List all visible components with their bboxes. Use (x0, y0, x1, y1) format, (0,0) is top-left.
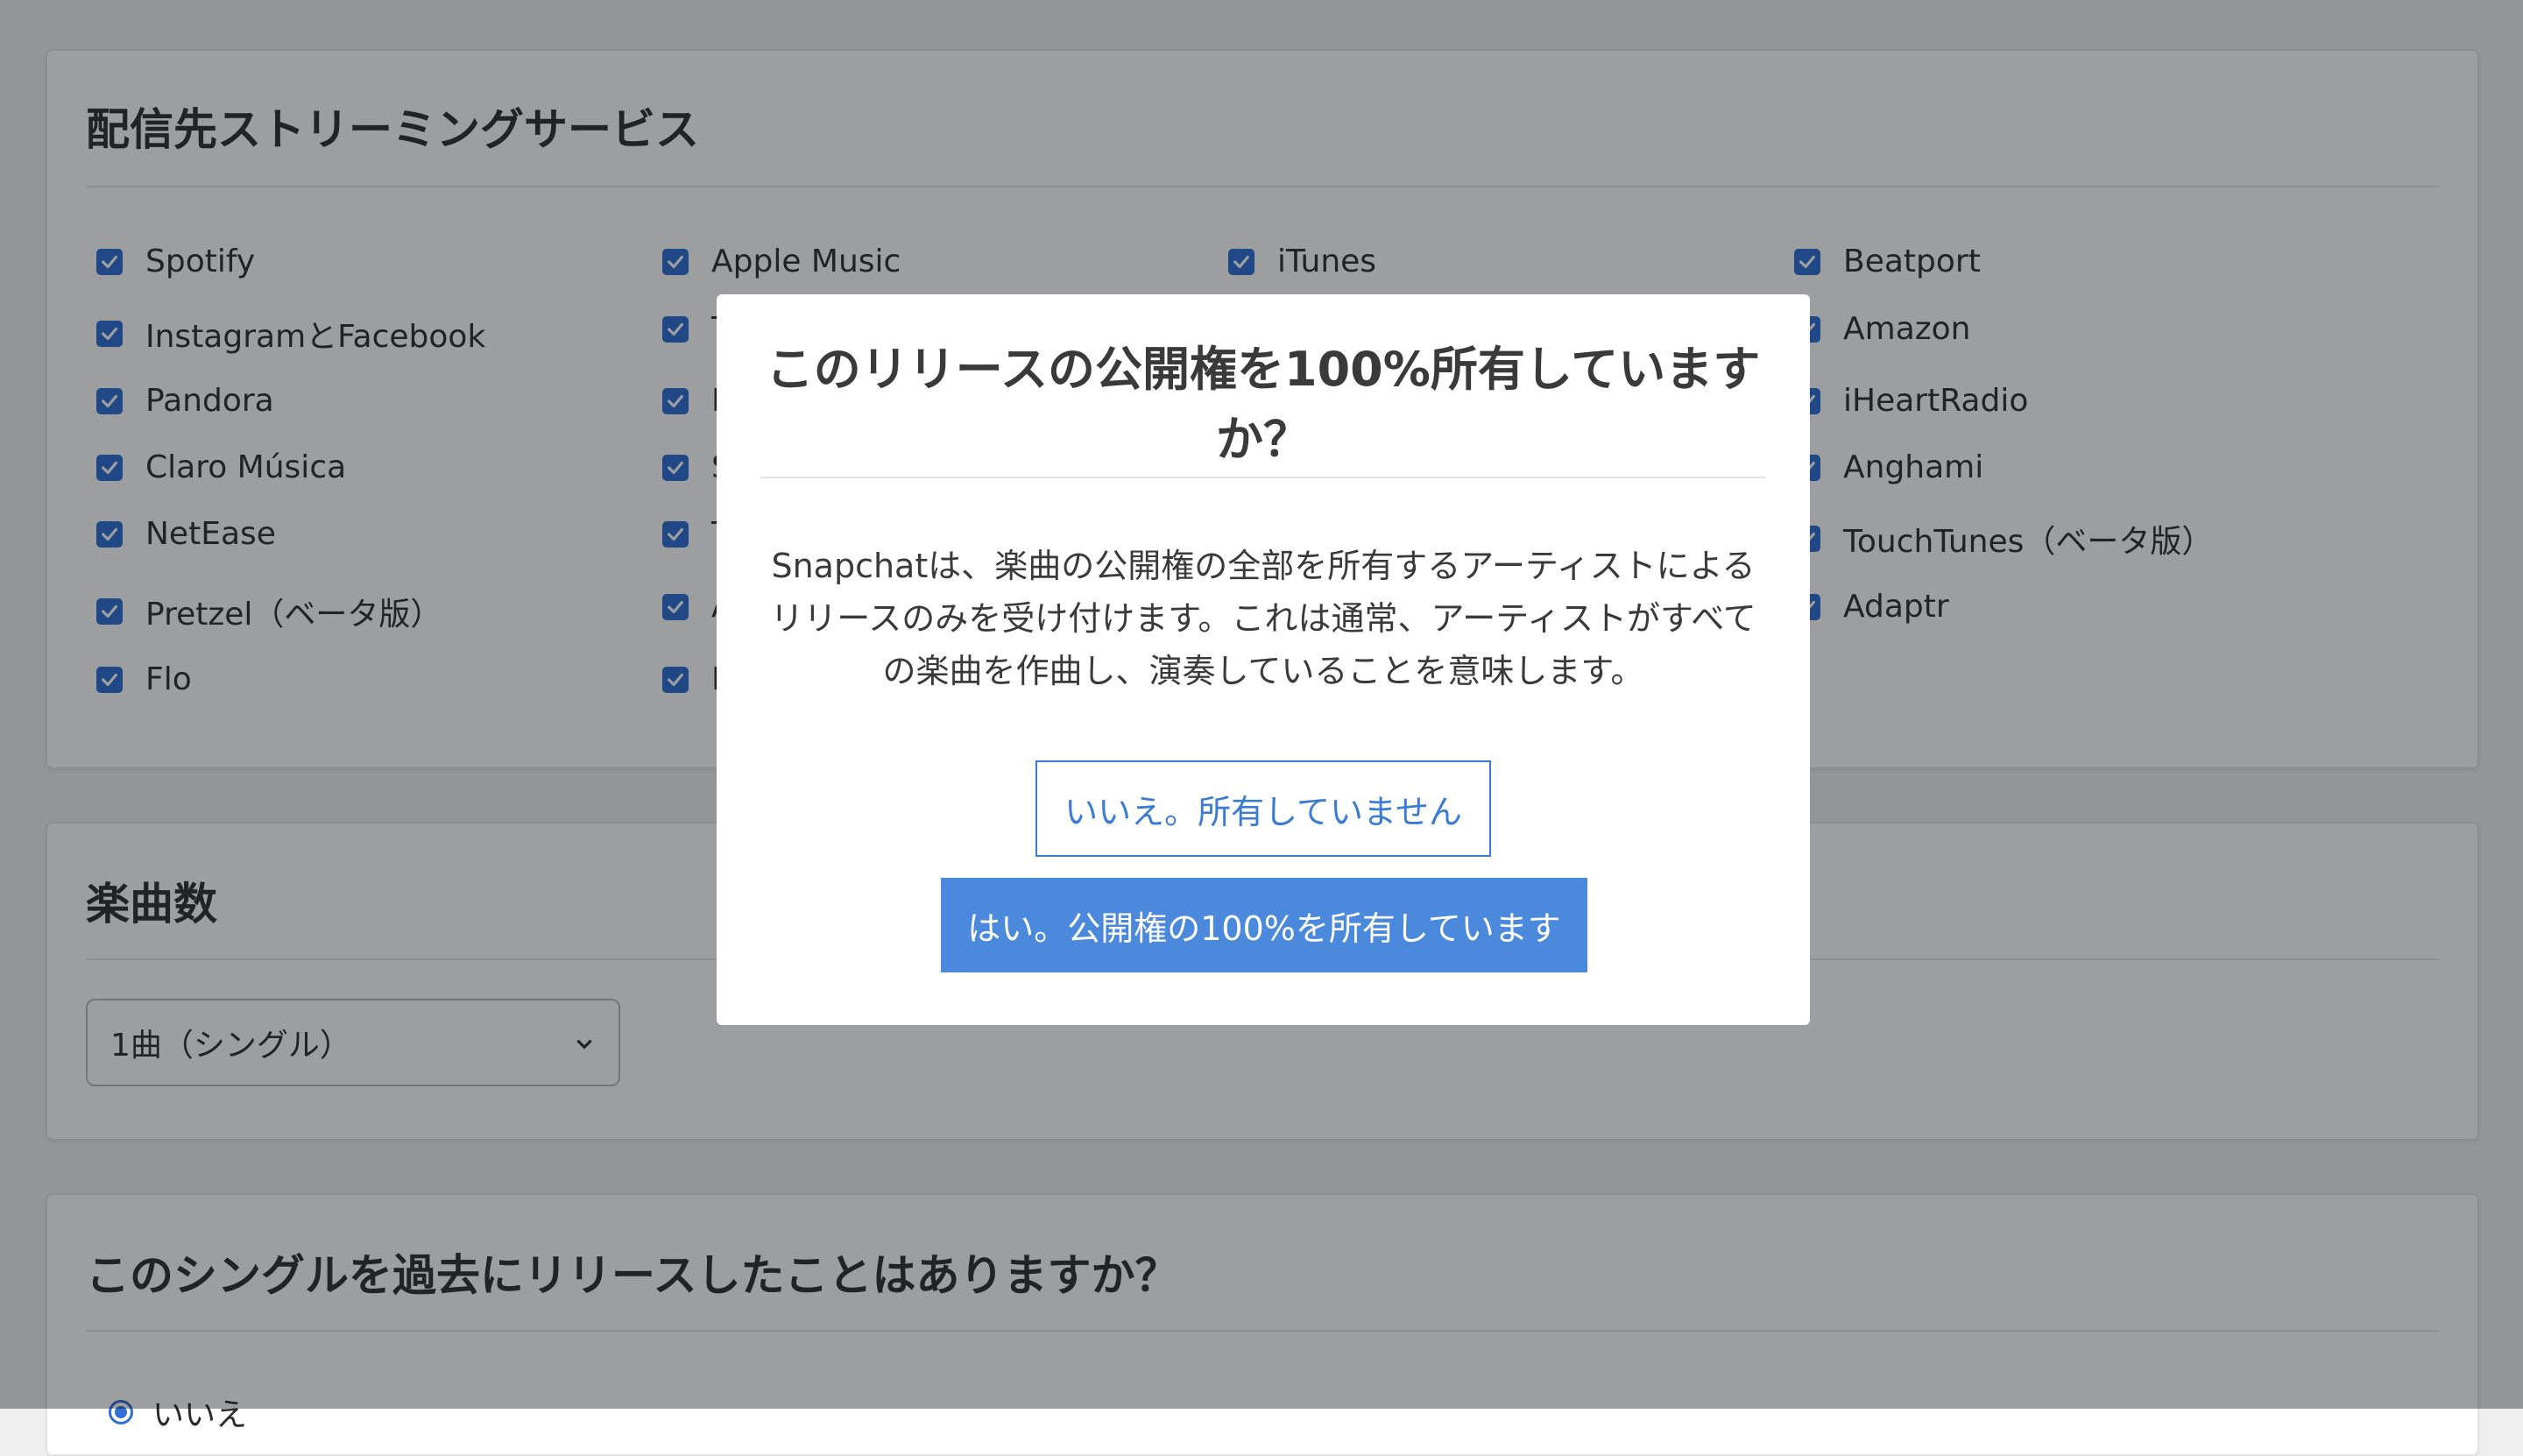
yes-button[interactable]: はい。公開権の100%を所有しています (941, 878, 1587, 972)
no-button[interactable]: いいえ。所有していません (1035, 760, 1491, 857)
ownership-dialog: このリリースの公開権を100%所有していますか？ Snapchatは、楽曲の公開… (717, 294, 1810, 1025)
divider (760, 477, 1766, 478)
dialog-title: このリリースの公開権を100%所有していますか？ (766, 342, 1761, 467)
dialog-body: Snapchatは、楽曲の公開権の全部を所有するアーティストによるリリースのみを… (770, 547, 1756, 690)
